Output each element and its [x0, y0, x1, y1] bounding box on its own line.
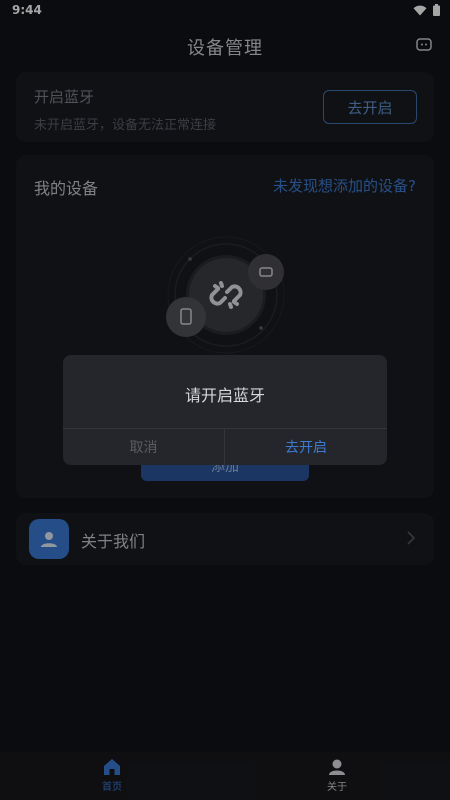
dialog-cancel-button[interactable]: 取消 — [63, 429, 224, 465]
dialog-confirm-button[interactable]: 去开启 — [225, 429, 387, 465]
dialog-message: 请开启蓝牙 — [184, 386, 265, 405]
bluetooth-dialog: 请开启蓝牙 取消 去开启 — [63, 355, 387, 465]
